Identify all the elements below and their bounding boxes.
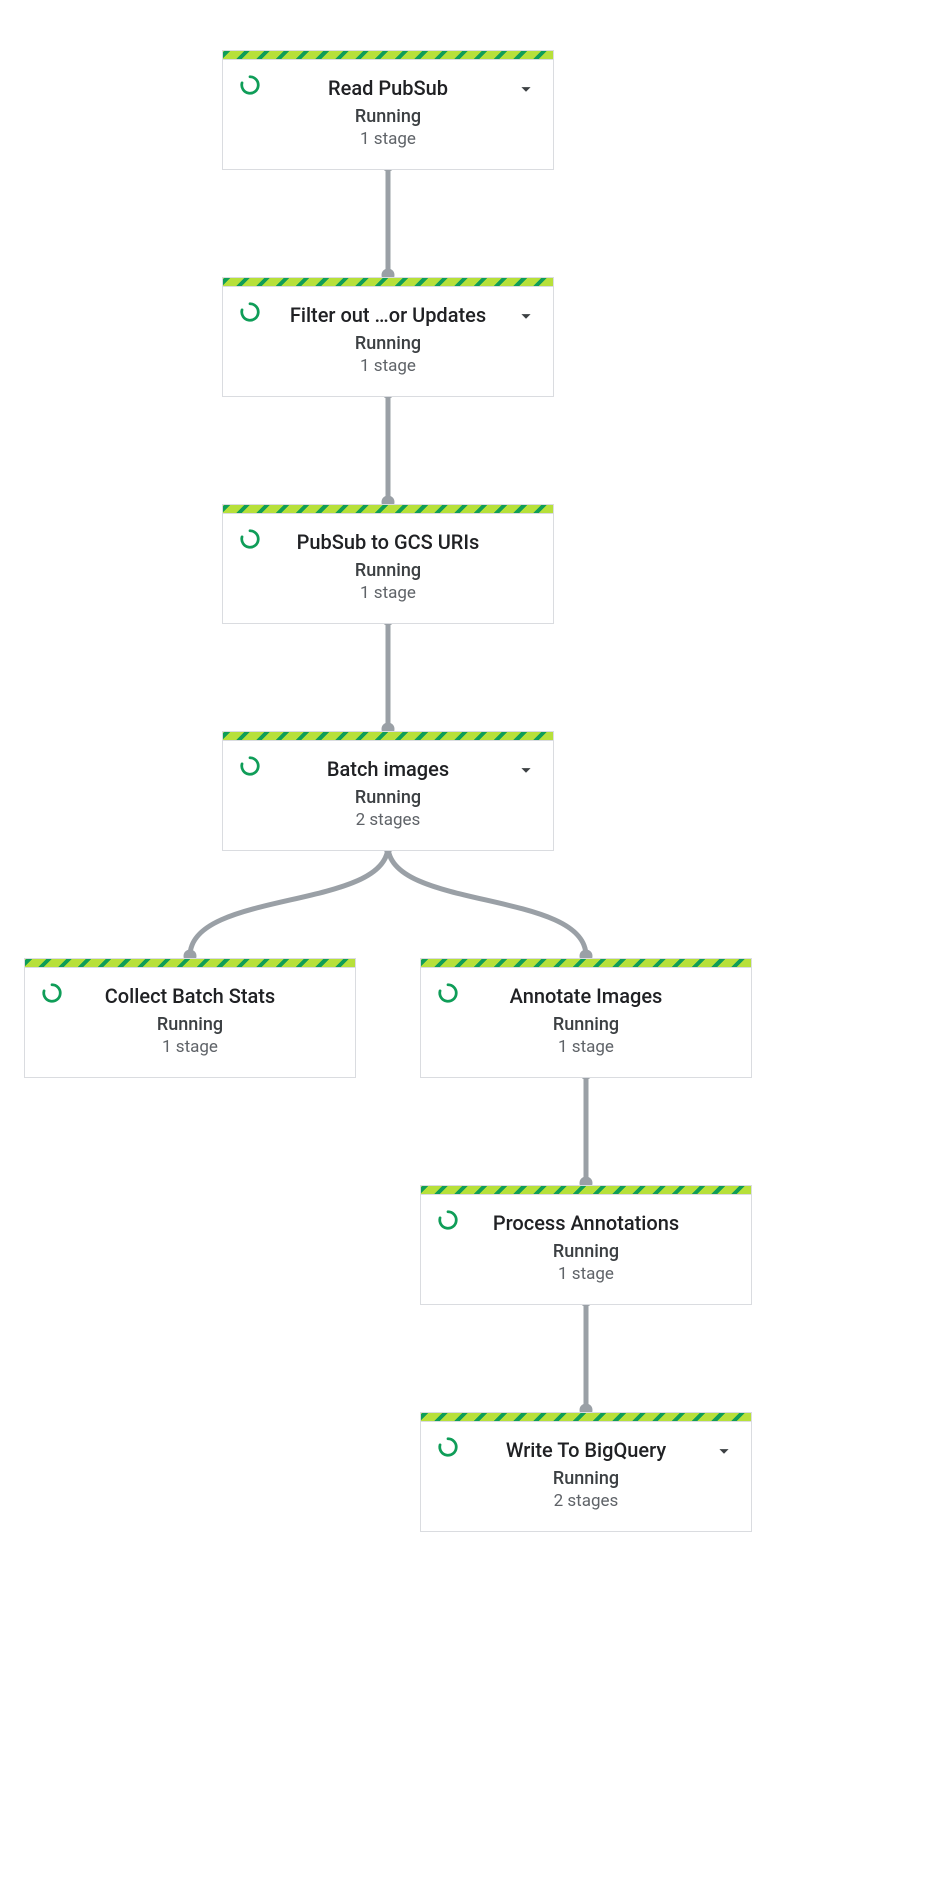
pipeline-node-process-annotations[interactable]: Process Annotations Running 1 stage (420, 1185, 752, 1305)
node-title: Batch images (275, 757, 501, 781)
node-stages: 1 stage (241, 129, 535, 149)
running-stripe (223, 505, 553, 514)
running-icon (239, 528, 261, 550)
node-title: Annotate Images (473, 984, 699, 1008)
node-title: Collect Batch Stats (77, 984, 303, 1008)
running-icon (41, 982, 63, 1004)
running-icon (437, 1209, 459, 1231)
running-icon (239, 755, 261, 777)
running-stripe (421, 959, 751, 968)
running-icon (239, 74, 261, 96)
running-stripe (421, 1186, 751, 1195)
running-stripe (25, 959, 355, 968)
node-stages: 2 stages (439, 1491, 733, 1511)
pipeline-node-read-pubsub[interactable]: Read PubSub Running 1 stage (222, 50, 554, 170)
chevron-down-icon[interactable] (515, 305, 537, 327)
pipeline-node-filter-updates[interactable]: Filter out …or Updates Running 1 stage (222, 277, 554, 397)
node-title: PubSub to GCS URIs (275, 530, 501, 554)
running-icon (239, 301, 261, 323)
node-status: Running (241, 787, 535, 808)
chevron-down-icon[interactable] (515, 759, 537, 781)
node-status: Running (439, 1014, 733, 1035)
pipeline-node-batch-images[interactable]: Batch images Running 2 stages (222, 731, 554, 851)
node-stages: 1 stage (241, 583, 535, 603)
node-stages: 1 stage (439, 1037, 733, 1057)
node-status: Running (241, 333, 535, 354)
node-title: Read PubSub (275, 76, 501, 100)
node-title: Process Annotations (473, 1211, 699, 1235)
running-stripe (223, 278, 553, 287)
pipeline-node-write-to-bigquery[interactable]: Write To BigQuery Running 2 stages (420, 1412, 752, 1532)
running-stripe (223, 732, 553, 741)
node-title: Write To BigQuery (473, 1438, 699, 1462)
running-icon (437, 1436, 459, 1458)
node-status: Running (241, 560, 535, 581)
node-stages: 1 stage (439, 1264, 733, 1284)
node-stages: 2 stages (241, 810, 535, 830)
node-status: Running (439, 1241, 733, 1262)
chevron-down-icon[interactable] (713, 1440, 735, 1462)
node-status: Running (439, 1468, 733, 1489)
node-stages: 1 stage (241, 356, 535, 376)
node-title: Filter out …or Updates (275, 303, 501, 327)
running-icon (437, 982, 459, 1004)
pipeline-graph-canvas: Read PubSub Running 1 stage Filter out …… (0, 0, 930, 1880)
running-stripe (223, 51, 553, 60)
pipeline-node-pubsub-to-gcs[interactable]: PubSub to GCS URIs Running 1 stage (222, 504, 554, 624)
pipeline-node-annotate-images[interactable]: Annotate Images Running 1 stage (420, 958, 752, 1078)
pipeline-node-collect-batch-stats[interactable]: Collect Batch Stats Running 1 stage (24, 958, 356, 1078)
running-stripe (421, 1413, 751, 1422)
chevron-down-icon[interactable] (515, 78, 537, 100)
node-stages: 1 stage (43, 1037, 337, 1057)
node-status: Running (241, 106, 535, 127)
node-status: Running (43, 1014, 337, 1035)
